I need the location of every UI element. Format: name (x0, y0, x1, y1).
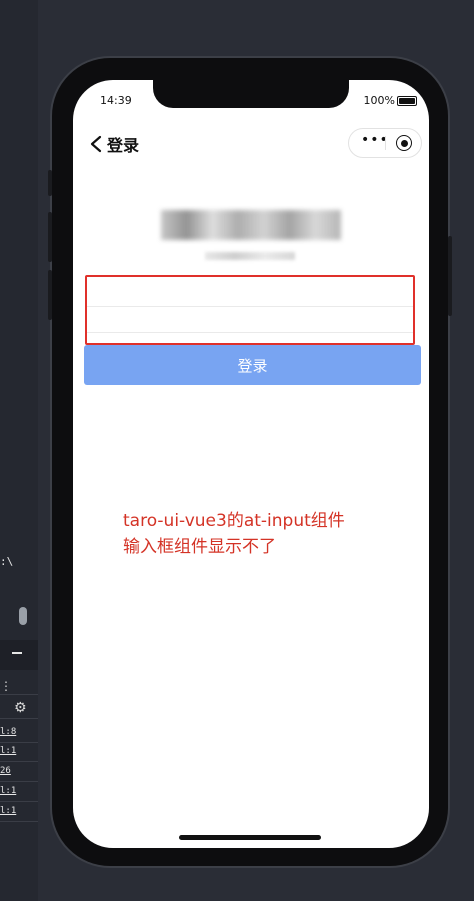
divider (0, 761, 38, 762)
back-arrow-icon[interactable] (88, 134, 106, 154)
phone-volume-down (48, 270, 52, 320)
dots-icon[interactable]: ⋮ (0, 679, 12, 693)
editor-path-text: :\ (0, 555, 14, 568)
login-button[interactable]: 登录 (84, 345, 421, 385)
annotation-text: taro-ui-vue3的at-input组件 输入框组件显示不了 (123, 508, 413, 560)
editor-row[interactable]: l:1 (0, 746, 16, 756)
annotation-line: 输入框组件显示不了 (123, 537, 276, 557)
page-title: 登录 (107, 136, 140, 155)
close-miniprogram-icon[interactable] (396, 135, 412, 151)
battery-icon (397, 96, 417, 106)
input-highlight-box (85, 275, 415, 345)
battery-percentage: 100% (363, 94, 395, 107)
editor-row[interactable]: l:8 (0, 727, 16, 737)
phone-screen: 14:39 100% 登录 ••• 登录 taro-ui-vue3的at-inp… (73, 80, 429, 848)
editor-pane-header (0, 640, 38, 670)
editor-row[interactable]: 26 (0, 766, 11, 776)
minimize-icon[interactable] (12, 652, 22, 654)
capsule-divider (385, 136, 386, 150)
editor-scrollbar[interactable] (19, 607, 27, 625)
divider (0, 801, 38, 802)
blurred-subtitle (205, 252, 295, 260)
annotation-line: taro-ui-vue3的at-input组件 (123, 511, 345, 531)
divider (0, 694, 38, 695)
phone-mute-switch (48, 170, 52, 196)
miniprogram-capsule: ••• (348, 128, 422, 158)
editor-row[interactable]: l:1 (0, 806, 16, 816)
divider (0, 742, 38, 743)
editor-row[interactable]: l:1 (0, 786, 16, 796)
divider (0, 781, 38, 782)
phone-power-button (448, 236, 452, 316)
gear-icon[interactable]: ⚙ (14, 700, 27, 716)
phone-notch (153, 80, 349, 108)
editor-side-panel: :\ ⋮ ⚙ l:8 l:1 26 l:1 l:1 (0, 0, 38, 901)
blurred-heading (161, 210, 341, 240)
status-time: 14:39 (100, 94, 132, 107)
phone-volume-up (48, 212, 52, 262)
home-indicator (179, 835, 321, 840)
divider (0, 821, 38, 822)
divider (0, 718, 38, 719)
